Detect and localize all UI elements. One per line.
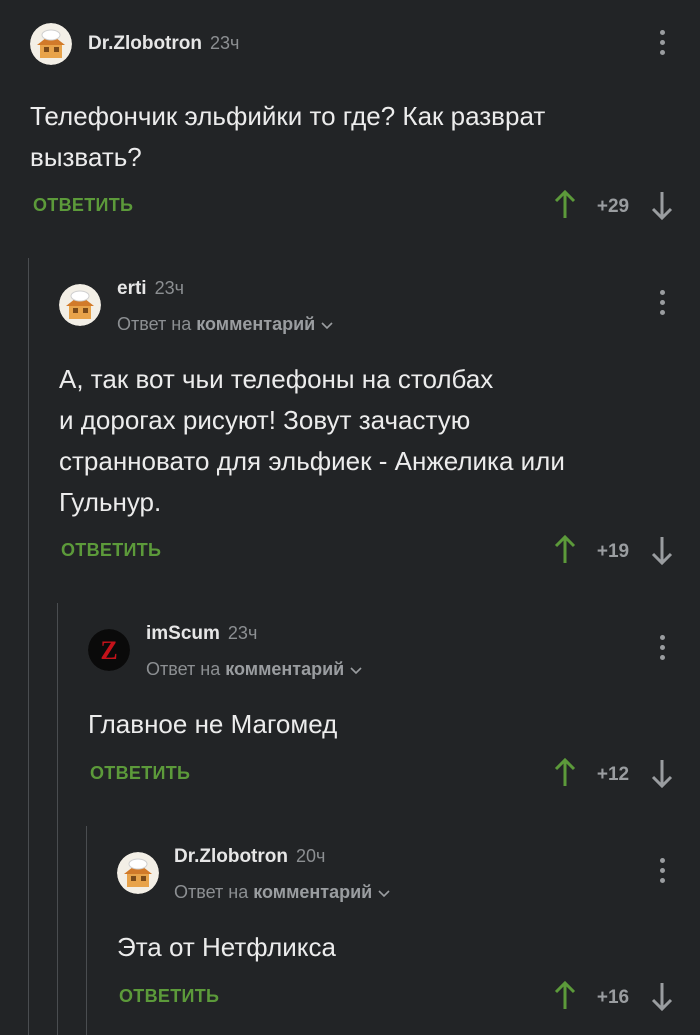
upvote-arrow-icon[interactable] [553, 758, 577, 788]
reply-button[interactable]: ОТВЕТИТЬ [90, 763, 190, 784]
svg-text:Z: Z [100, 636, 117, 665]
chevron-down-icon [321, 322, 333, 330]
comment-time: 23ч [154, 278, 184, 298]
more-options-icon[interactable] [658, 858, 666, 888]
reply-to-link[interactable]: Ответ на комментарий [174, 882, 390, 903]
thread-line-level-2 [57, 603, 58, 1035]
downvote-arrow-icon[interactable] [650, 981, 674, 1011]
vote-score: +19 [596, 541, 630, 562]
upvote-arrow-icon[interactable] [553, 190, 577, 220]
comment-author[interactable]: erti 23ч [117, 278, 184, 300]
more-options-icon[interactable] [658, 30, 666, 60]
more-options-icon[interactable] [658, 635, 666, 665]
vote-score: +12 [596, 764, 630, 785]
thread-line-level-3 [86, 826, 87, 1035]
upvote-arrow-icon[interactable] [553, 981, 577, 1011]
z-letter-avatar[interactable]: Z [88, 629, 130, 671]
reply-button[interactable]: ОТВЕТИТЬ [119, 986, 219, 1007]
comment-time: 23ч [209, 33, 240, 53]
comment-author[interactable]: Dr.Zlobotron 20ч [174, 846, 325, 868]
chef-house-avatar[interactable] [59, 284, 101, 326]
reply-button[interactable]: ОТВЕТИТЬ [33, 195, 133, 216]
reply-to-link[interactable]: Ответ на комментарий [146, 659, 362, 680]
thread-line-level-1 [28, 258, 29, 1035]
downvote-arrow-icon[interactable] [650, 535, 674, 565]
comment-text: Главное не Магомед [88, 709, 338, 739]
comment-time: 23ч [227, 623, 258, 643]
upvote-arrow-icon[interactable] [553, 535, 577, 565]
vote-score: +16 [596, 987, 630, 1008]
reply-button[interactable]: ОТВЕТИТЬ [61, 540, 161, 561]
comment-text: Эта от Нетфликса [117, 932, 336, 962]
chevron-down-icon [350, 667, 362, 675]
downvote-arrow-icon[interactable] [650, 758, 674, 788]
comment-author[interactable]: imScum 23ч [146, 623, 257, 645]
comment-author[interactable]: Dr.Zlobotron 23ч [88, 33, 239, 55]
chevron-down-icon [378, 890, 390, 898]
reply-to-link[interactable]: Ответ на комментарий [117, 314, 333, 335]
downvote-arrow-icon[interactable] [650, 190, 674, 220]
comment-text: А, так вот чьи телефоны на столбах и дор… [59, 364, 565, 517]
chef-house-avatar[interactable] [117, 852, 159, 894]
chef-house-avatar[interactable] [30, 23, 72, 65]
comment-time: 20ч [295, 846, 326, 866]
vote-score: +29 [596, 196, 630, 217]
comment-text: Телефончик эльфийки то где? Как разврат … [30, 101, 546, 172]
more-options-icon[interactable] [658, 290, 666, 320]
